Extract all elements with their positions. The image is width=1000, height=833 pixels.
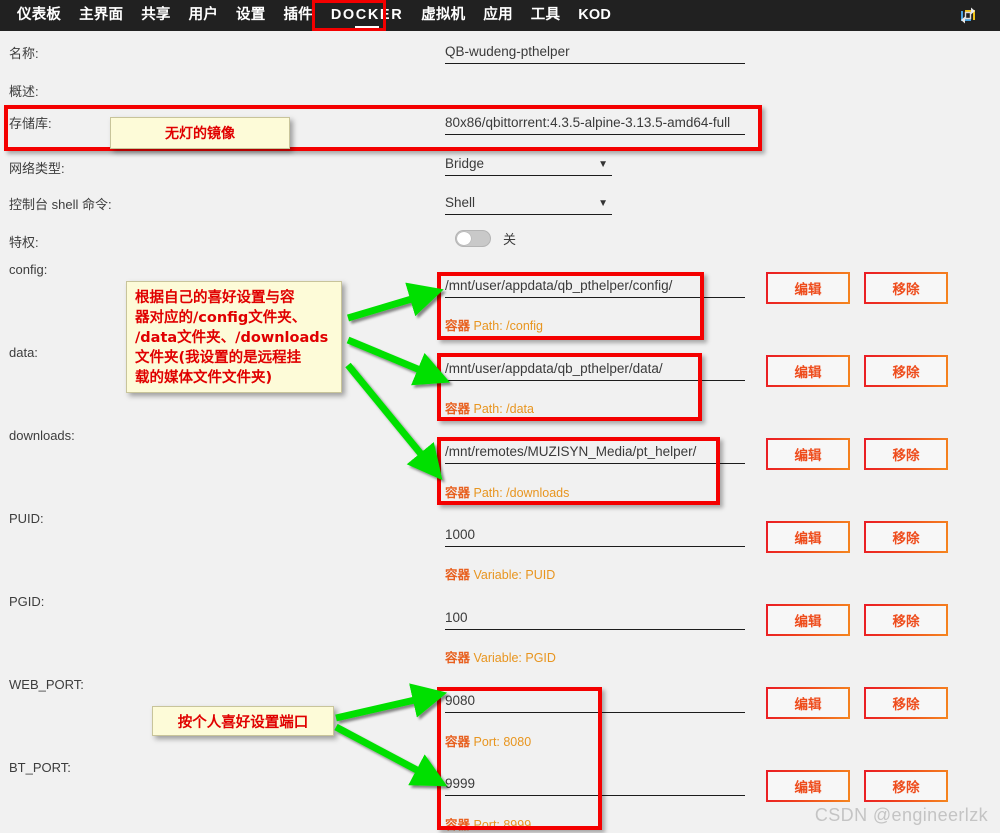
- edit-button-puid[interactable]: 编辑: [766, 521, 850, 553]
- nav-item-shares[interactable]: 共享: [132, 0, 179, 31]
- arrow-to-config: [346, 282, 444, 322]
- edit-button-pgid[interactable]: 编辑: [766, 604, 850, 636]
- select-console-shell[interactable]: Shell ▼: [445, 195, 612, 215]
- remove-button-data[interactable]: 移除: [864, 355, 948, 387]
- hint-config-container-path: 容器 Path: /config: [445, 319, 543, 333]
- input-data-path[interactable]: /mnt/user/appdata/qb_pthelper/data/: [445, 361, 745, 381]
- arrow-to-downloads: [345, 362, 443, 481]
- label-config: config:: [9, 262, 48, 277]
- nav-item-docker[interactable]: DOCKER: [322, 0, 412, 31]
- remove-button-web-port[interactable]: 移除: [864, 687, 948, 719]
- hint-web-port-container-port: 容器 Port: 8080: [445, 735, 532, 749]
- nav-item-main[interactable]: 主界面: [70, 0, 132, 31]
- annotation-note-repository: 无灯的镜像: [110, 117, 290, 149]
- select-network-type-value: Bridge: [445, 156, 485, 171]
- edit-button-config[interactable]: 编辑: [766, 272, 850, 304]
- remove-button-pgid[interactable]: 移除: [864, 604, 948, 636]
- input-downloads-path[interactable]: /mnt/remotes/MUZISYN_Media/pt_helper/: [445, 444, 745, 464]
- toggle-knob: [457, 232, 471, 245]
- remove-button-bt-port[interactable]: 移除: [864, 770, 948, 802]
- privileged-toggle-row: 关: [455, 229, 516, 248]
- nav-item-kod[interactable]: KOD: [569, 0, 620, 31]
- hint-pgid-container-variable: 容器 Variable: PGID: [445, 651, 556, 665]
- nav-item-dashboard[interactable]: 仪表板: [8, 0, 70, 31]
- nav-item-users[interactable]: 用户: [180, 0, 227, 31]
- label-network-type: 网络类型:: [9, 161, 65, 176]
- input-name[interactable]: QB-wudeng-pthelper: [445, 44, 745, 64]
- note-paths-line-1: 根据自己的喜好设置与容: [135, 290, 295, 306]
- privileged-toggle[interactable]: [455, 230, 491, 247]
- note-paths-line-2: 器对应的/config文件夹、: [135, 310, 307, 326]
- input-repository[interactable]: 80x86/qbittorrent:4.3.5-alpine-3.13.5-am…: [445, 115, 745, 135]
- nav-item-plugins[interactable]: 插件: [274, 0, 321, 31]
- chevron-down-icon: ▼: [598, 159, 608, 170]
- remove-button-config[interactable]: 移除: [864, 272, 948, 304]
- hint-bt-port-container-port: 容器 Port: 8999: [445, 818, 532, 832]
- label-pgid: PGID:: [9, 594, 45, 609]
- label-repository: 存储库:: [9, 116, 52, 131]
- annotation-note-paths: 根据自己的喜好设置与容 器对应的/config文件夹、 /data文件夹、/do…: [126, 281, 342, 393]
- label-data: data:: [9, 345, 38, 360]
- select-network-type[interactable]: Bridge ▼: [445, 156, 612, 176]
- hint-data-container-path: 容器 Path: /data: [445, 402, 534, 416]
- nav-item-tools[interactable]: 工具: [522, 0, 569, 31]
- arrow-to-bt-port: [334, 723, 448, 787]
- label-web-port: WEB_PORT:: [9, 677, 84, 692]
- edit-button-web-port[interactable]: 编辑: [766, 687, 850, 719]
- edit-button-bt-port[interactable]: 编辑: [766, 770, 850, 802]
- label-overview: 概述:: [9, 84, 39, 99]
- input-pgid[interactable]: 100: [445, 610, 745, 630]
- nav-item-settings[interactable]: 设置: [227, 0, 274, 31]
- arrow-to-web-port: [335, 683, 448, 722]
- label-puid: PUID:: [9, 511, 44, 526]
- edit-button-data[interactable]: 编辑: [766, 355, 850, 387]
- remove-button-puid[interactable]: 移除: [864, 521, 948, 553]
- input-web-port[interactable]: 9080: [445, 693, 745, 713]
- sync-refresh-icon[interactable]: [958, 6, 978, 25]
- annotation-note-ports: 按个人喜好设置端口: [152, 706, 334, 736]
- label-bt-port: BT_PORT:: [9, 760, 71, 775]
- label-privileged: 特权:: [9, 235, 39, 250]
- input-config-path[interactable]: /mnt/user/appdata/qb_pthelper/config/: [445, 278, 745, 298]
- hint-downloads-container-path: 容器 Path: /downloads: [445, 486, 570, 500]
- label-console-shell: 控制台 shell 命令:: [9, 197, 112, 212]
- nav-item-vm[interactable]: 虚拟机: [412, 0, 474, 31]
- hint-puid-container-variable: 容器 Variable: PUID: [445, 568, 556, 582]
- remove-button-downloads[interactable]: 移除: [864, 438, 948, 470]
- chevron-down-icon: ▼: [598, 198, 608, 209]
- nav-item-apps[interactable]: 应用: [474, 0, 521, 31]
- edit-button-downloads[interactable]: 编辑: [766, 438, 850, 470]
- privileged-toggle-state: 关: [503, 232, 517, 247]
- select-console-shell-value: Shell: [445, 195, 476, 210]
- note-paths-line-3: /data文件夹、/downloads: [135, 330, 329, 346]
- input-bt-port[interactable]: 9999: [445, 776, 745, 796]
- label-downloads: downloads:: [9, 428, 75, 443]
- note-paths-line-5: 载的媒体文件文件夹): [135, 370, 273, 386]
- input-puid[interactable]: 1000: [445, 527, 745, 547]
- top-navigation-bar: 仪表板 主界面 共享 用户 设置 插件 DOCKER 虚拟机 应用 工具 KOD: [0, 0, 1000, 31]
- csdn-watermark: CSDN @engineerlzk: [814, 805, 988, 825]
- note-paths-line-4: 文件夹(我设置的是远程挂: [135, 350, 302, 366]
- label-name: 名称:: [9, 46, 39, 61]
- arrow-to-data: [346, 336, 451, 386]
